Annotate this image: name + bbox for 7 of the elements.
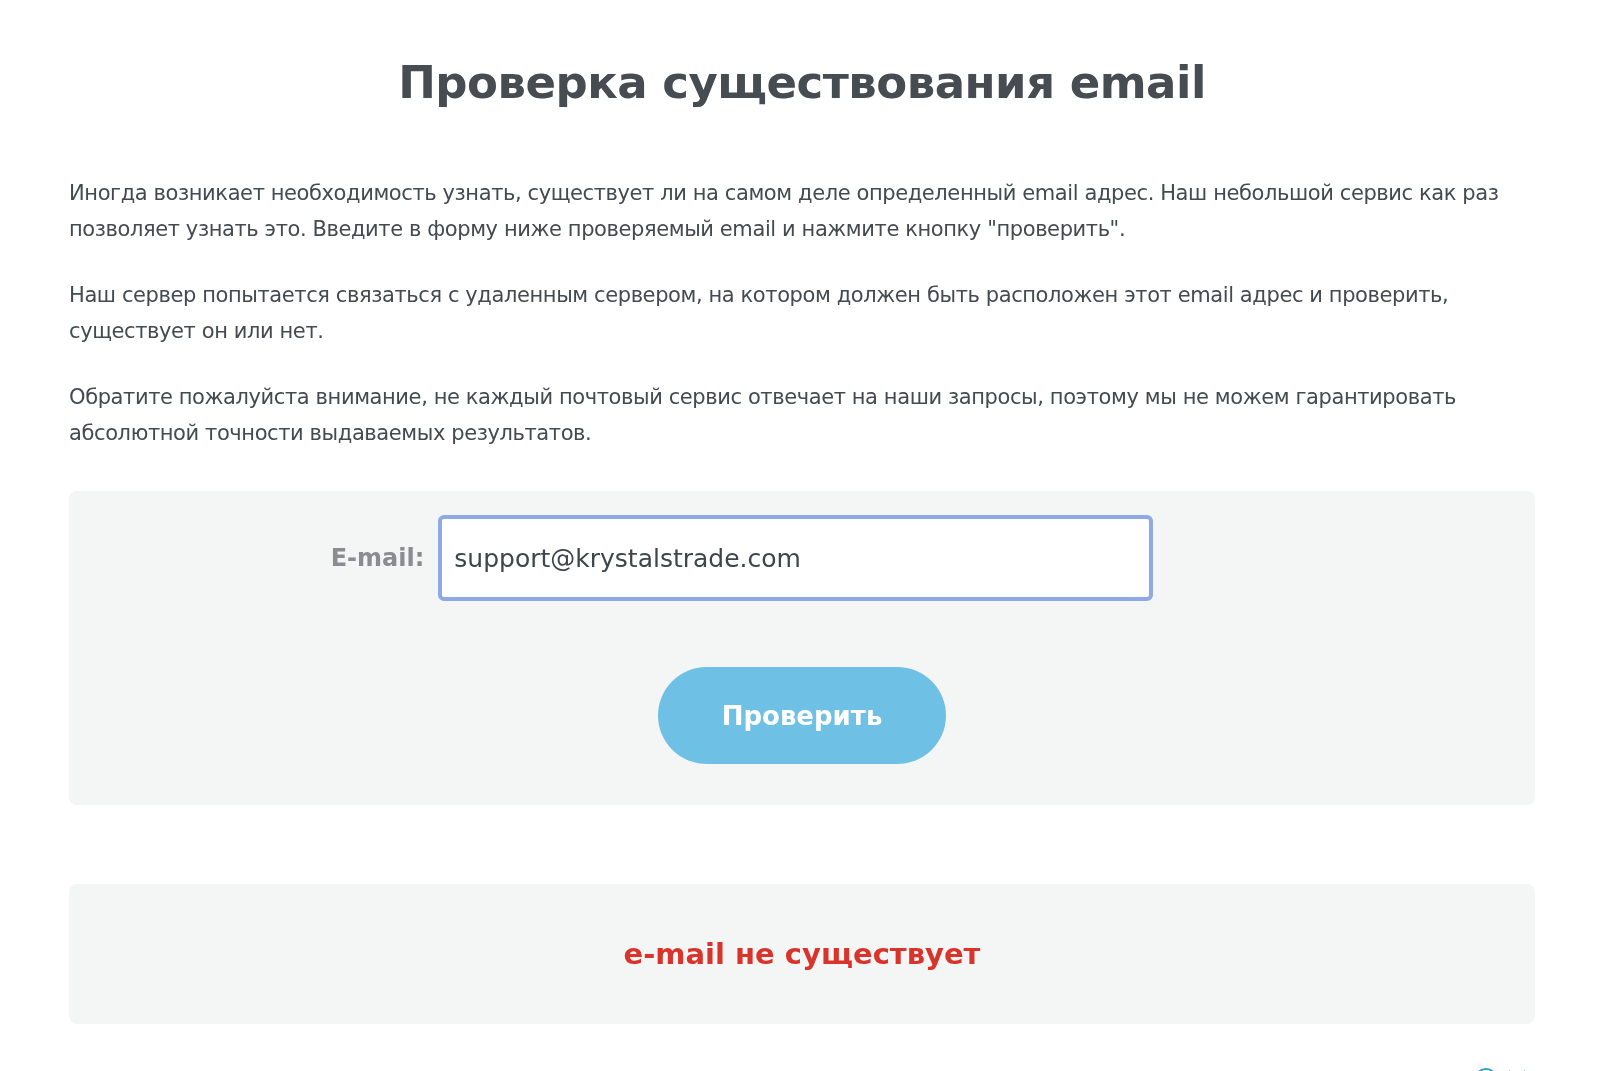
paragraph: Иногда возникает необходимость узнать, существует ли на самом деле определенный email адрес. Наш небольшой сервис как раз позволяет узнать это. Введите в форму ниже проверяемый email и нажмите кнопку "проверить". xyxy=(69,180,1500,243)
result-message: e-mail не существует xyxy=(623,937,981,971)
paragraph: Наш сервер попытается связаться с удаленным сервером, на котором должен быть расположен этот email адрес и проверить, существует он или нет. xyxy=(69,282,1450,345)
paragraph: Обратите пожалуйста внимание, не каждый почтовый сервис отвечает на наши запросы, поэтому мы не можем гарантировать абсолютной точности выдаваемых результатов. xyxy=(69,384,1457,447)
email-label: E-mail: xyxy=(330,544,425,572)
email-input-field[interactable]: support@krystalstrade.com xyxy=(438,515,1154,601)
page-title: Проверка существования email xyxy=(397,55,1207,109)
